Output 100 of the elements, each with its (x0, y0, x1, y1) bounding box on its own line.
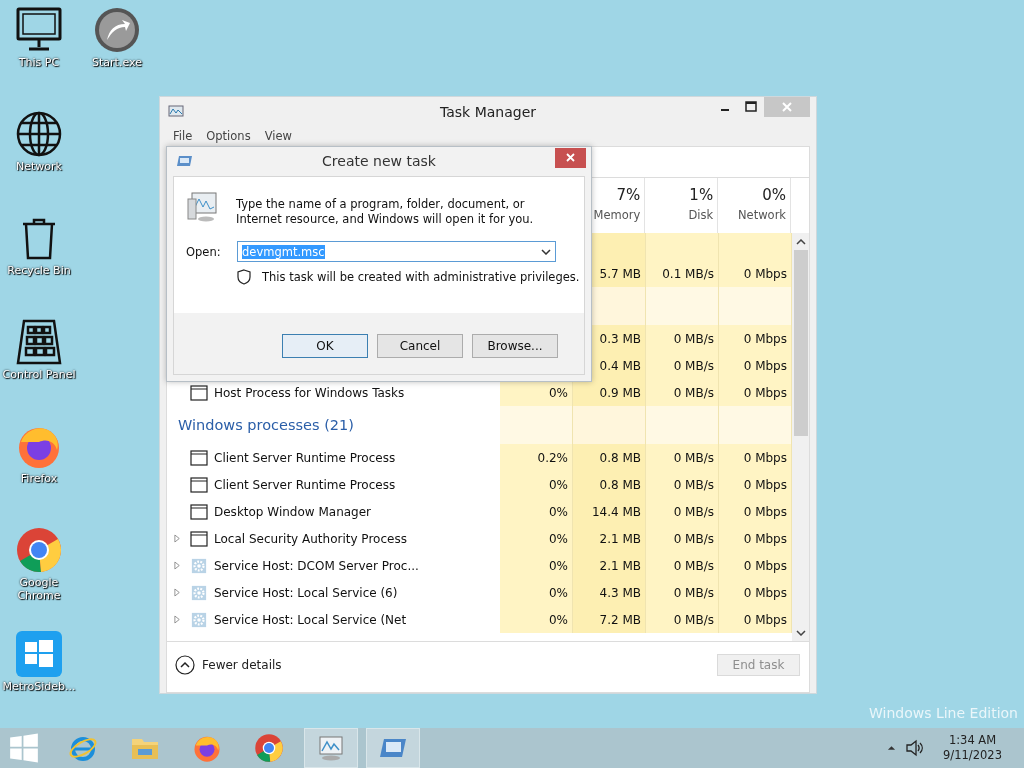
network-cell: 0 Mbps (719, 471, 792, 498)
cpu-cell: 0% (500, 498, 573, 525)
column-percent: 0% (762, 186, 787, 204)
windows-logo-icon (9, 733, 39, 763)
memory-cell: 0.8 MB (573, 471, 646, 498)
disk-cell: 0 MB/s (646, 552, 719, 579)
clock-date[interactable]: 9/11/2023 (943, 748, 1002, 763)
keypad-icon[interactable] (15, 318, 63, 366)
network-cell: 0 Mbps (719, 552, 792, 579)
memory-cell: 7.2 MB (573, 606, 646, 633)
process-name[interactable]: Service Host: Local Service (Net (214, 612, 407, 627)
network-cell: 0 Mbps (719, 379, 792, 406)
monitor-icon[interactable] (15, 6, 63, 54)
network-cell: 0 Mbps (719, 260, 792, 287)
cpu-cell: 0% (500, 606, 573, 633)
process-name[interactable]: Client Server Runtime Process (214, 450, 396, 465)
window-title: Task Manager (440, 103, 536, 120)
clock-time[interactable]: 1:34 AM (948, 733, 997, 748)
network-cell: 0 Mbps (719, 325, 792, 352)
chrome-logo-icon[interactable] (15, 526, 63, 574)
chart-monitor-icon (316, 733, 346, 763)
disk-cell: 0 MB/s (646, 325, 719, 352)
column-label: Network (738, 208, 787, 222)
scroll-up-icon[interactable] (795, 238, 806, 245)
process-name[interactable]: Host Process for Windows Tasks (214, 385, 405, 400)
expand-arrow-icon[interactable] (174, 615, 181, 624)
computer-chart-icon (186, 189, 220, 223)
memory-cell: 4.3 MB (573, 579, 646, 606)
dialog-title: Create new task (322, 153, 436, 169)
dialog-button[interactable]: Browse... (472, 333, 558, 358)
speaker-icon[interactable] (905, 739, 924, 757)
disk-cell: 0 MB/s (646, 606, 719, 633)
open-label: Open: (186, 244, 222, 259)
process-name[interactable]: Service Host: Local Service (6) (214, 585, 398, 600)
network-cell: 0 Mbps (719, 606, 792, 633)
scrollbar[interactable] (792, 233, 809, 641)
cpu-cell: 0.2% (500, 444, 573, 471)
network-cell: 0 Mbps (719, 498, 792, 525)
dialog-button[interactable]: Cancel (377, 333, 463, 358)
dialog-description: Type the name of a program, folder, document, or Internet resource, and Windows will open it for you. (236, 197, 535, 227)
window-icon (190, 503, 208, 520)
gear-icon (190, 557, 208, 574)
network-cell: 0 Mbps (719, 579, 792, 606)
arrow-orb-icon[interactable] (93, 6, 141, 54)
memory-cell: 0.8 MB (573, 444, 646, 471)
process-name[interactable]: Client Server Runtime Process (214, 477, 396, 492)
disk-cell: 0 MB/s (646, 471, 719, 498)
disk-cell: 0 MB/s (646, 498, 719, 525)
disk-cell: 0 MB/s (646, 525, 719, 552)
memory-cell: 2.1 MB (573, 525, 646, 552)
disk-cell: 0 MB/s (646, 444, 719, 471)
disk-cell: 0.1 MB/s (646, 260, 719, 287)
window-icon (190, 449, 208, 466)
globe-icon[interactable] (15, 110, 63, 158)
window-icon (190, 476, 208, 493)
network-cell: 0 Mbps (719, 352, 792, 379)
disk-cell: 0 MB/s (646, 579, 719, 606)
column-percent: 7% (616, 186, 641, 204)
process-name[interactable]: Desktop Window Manager (214, 504, 372, 519)
tiles-icon[interactable] (15, 630, 63, 678)
menu-item[interactable]: File (166, 129, 200, 143)
disk-cell: 0 MB/s (646, 379, 719, 406)
gear-icon (190, 584, 208, 601)
taskbar-button[interactable] (304, 728, 358, 768)
chrome-logo-icon (254, 733, 284, 763)
fewer-details-link[interactable]: Fewer details (202, 657, 282, 672)
column-label: Memory (593, 208, 641, 222)
disk-cell: 0 MB/s (646, 352, 719, 379)
taskbar-button[interactable] (366, 728, 420, 768)
network-cell: 0 Mbps (719, 444, 792, 471)
expand-arrow-icon[interactable] (174, 588, 181, 597)
edition-text: Windows Line Edition (869, 705, 1018, 721)
column-label: Disk (688, 208, 714, 222)
menu-item[interactable]: View (257, 129, 299, 143)
process-name[interactable]: Service Host: DCOM Server Proc... (214, 558, 419, 573)
menu-item[interactable]: Options (199, 129, 258, 143)
cpu-cell: 0% (500, 579, 573, 606)
dropdown-caret-icon[interactable] (541, 248, 551, 255)
memory-cell: 0.9 MB (573, 379, 646, 406)
expand-arrow-icon[interactable] (174, 561, 181, 570)
expand-arrow-icon[interactable] (174, 534, 181, 543)
window-icon (190, 384, 208, 401)
process-name[interactable]: Local Security Authority Process (214, 531, 407, 546)
caret-up-icon[interactable] (887, 745, 897, 751)
dialog-button[interactable]: OK (282, 333, 368, 358)
memory-cell: 14.4 MB (573, 498, 646, 525)
cpu-cell: 0% (500, 471, 573, 498)
scroll-down-icon[interactable] (795, 629, 806, 636)
window-icon (190, 530, 208, 547)
collapse-circle-icon[interactable] (175, 654, 195, 675)
cpu-cell: 0% (500, 552, 573, 579)
close-icon[interactable] (555, 148, 586, 168)
column-percent: 1% (689, 186, 714, 204)
run-window-icon (177, 155, 193, 167)
chart-monitor-icon (168, 103, 184, 120)
cpu-cell: 0% (500, 525, 573, 552)
memory-cell: 2.1 MB (573, 552, 646, 579)
shield-icon (237, 269, 251, 285)
gear-icon (190, 611, 208, 628)
scrollbar-thumb[interactable] (793, 250, 808, 436)
